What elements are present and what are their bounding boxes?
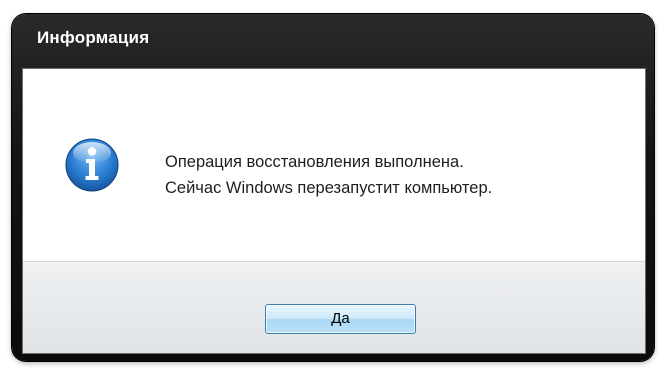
info-icon [65,138,119,192]
message-line-1: Операция восстановления выполнена. [165,153,464,171]
dialog-button-bar: Да [23,261,645,353]
dialog-message: Операция восстановления выполнена. Сейча… [165,149,492,201]
dialog-title: Информация [37,28,150,47]
yes-button[interactable]: Да [265,304,416,334]
screen: Информация Операция восстановления выпол… [0,0,660,369]
info-dialog: Информация Операция восстановления выпол… [12,14,654,361]
dialog-titlebar[interactable]: Информация [12,14,654,62]
message-line-2: Сейчас Windows перезапустит компьютер. [165,179,493,197]
dialog-client-area: Операция восстановления выполнена. Сейча… [22,68,646,354]
dialog-content: Операция восстановления выполнена. Сейча… [23,69,645,261]
